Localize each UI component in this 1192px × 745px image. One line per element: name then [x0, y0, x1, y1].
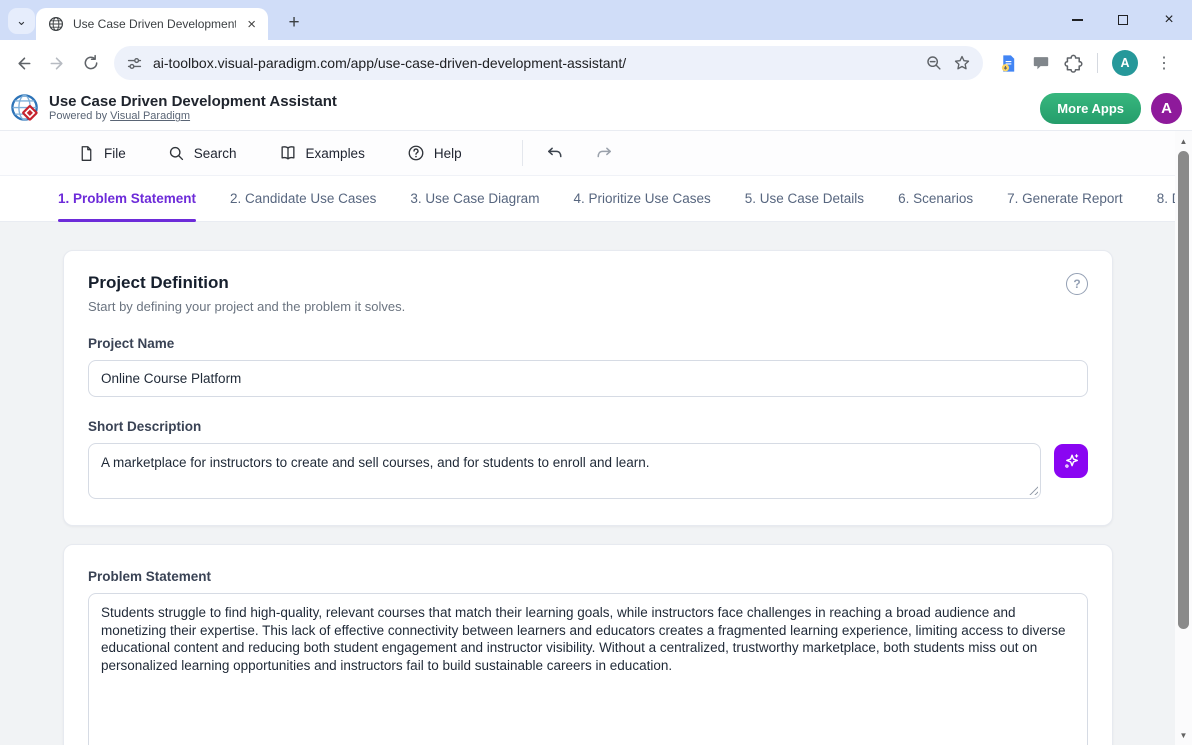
- main-area: File Search Examples Help: [0, 131, 1192, 745]
- redo-button[interactable]: [589, 137, 621, 169]
- globe-favicon-icon: [48, 16, 64, 32]
- redo-icon: [595, 144, 614, 163]
- page-content: Project Definition Start by defining you…: [0, 222, 1192, 745]
- back-button[interactable]: [6, 46, 40, 80]
- problem-statement-card: Problem Statement Students struggle to f…: [63, 544, 1113, 745]
- minimize-icon: [1072, 19, 1083, 21]
- step-label: 1. Problem Statement: [58, 191, 196, 206]
- scrollbar-up-icon[interactable]: ▲: [1175, 133, 1192, 149]
- tab-generate-report[interactable]: 7. Generate Report: [1007, 176, 1123, 221]
- step-label: 5. Use Case Details: [745, 191, 864, 206]
- tab-use-case-diagram[interactable]: 3. Use Case Diagram: [410, 176, 539, 221]
- bookmark-star-icon[interactable]: [953, 54, 971, 72]
- menu-file-label: File: [104, 146, 126, 161]
- step-label: 7. Generate Report: [1007, 191, 1123, 206]
- browser-tab-strip: ⌄ Use Case Driven Development Assistant …: [0, 0, 1192, 40]
- short-description-label: Short Description: [88, 419, 1088, 434]
- problem-statement-label: Problem Statement: [88, 569, 1088, 584]
- menu-help-label: Help: [434, 146, 462, 161]
- maximize-button[interactable]: [1100, 0, 1146, 40]
- powered-by-prefix: Powered by: [49, 110, 107, 122]
- close-icon: ×: [1164, 11, 1173, 29]
- url-text[interactable]: ai-toolbox.visual-paradigm.com/app/use-c…: [153, 55, 915, 71]
- maximize-icon: [1118, 15, 1128, 25]
- tab-search-button[interactable]: ⌄: [8, 8, 35, 34]
- forward-button[interactable]: [40, 46, 74, 80]
- visual-paradigm-logo: [10, 93, 41, 124]
- browser-window: ⌄ Use Case Driven Development Assistant …: [0, 0, 1192, 745]
- problem-statement-textarea[interactable]: Students struggle to find high-quality, …: [88, 593, 1088, 745]
- browser-tab[interactable]: Use Case Driven Development Assistant ×: [36, 8, 268, 40]
- card-title: Project Definition: [88, 273, 405, 293]
- extensions-puzzle-icon[interactable]: [1064, 54, 1083, 73]
- scrollbar-thumb[interactable]: [1178, 151, 1189, 629]
- minimize-button[interactable]: [1054, 0, 1100, 40]
- card-subtitle: Start by defining your project and the p…: [88, 299, 405, 314]
- project-definition-card: Project Definition Start by defining you…: [63, 250, 1113, 526]
- menu-search[interactable]: Search: [168, 145, 237, 162]
- browser-profile-avatar[interactable]: A: [1112, 50, 1138, 76]
- chevron-down-icon: ⌄: [16, 13, 27, 29]
- extension-area: A ⋮: [989, 50, 1182, 76]
- tab-candidate-use-cases[interactable]: 2. Candidate Use Cases: [230, 176, 376, 221]
- step-label: 3. Use Case Diagram: [410, 191, 539, 206]
- header-actions: More Apps A: [1040, 93, 1182, 124]
- project-name-input[interactable]: [88, 360, 1088, 397]
- vertical-scrollbar[interactable]: ▲ ▼: [1175, 131, 1192, 745]
- new-tab-button[interactable]: +: [280, 9, 308, 37]
- chat-extension-icon[interactable]: [1032, 54, 1050, 72]
- app-header: Use Case Driven Development Assistant Po…: [0, 86, 1192, 131]
- menu-divider: [522, 140, 523, 166]
- reload-button[interactable]: [74, 46, 108, 80]
- sparkles-icon: [1062, 452, 1081, 471]
- site-settings-tune-icon[interactable]: [126, 55, 143, 72]
- step-label: 2. Candidate Use Cases: [230, 191, 376, 206]
- menu-search-label: Search: [194, 146, 237, 161]
- step-label: 4. Prioritize Use Cases: [573, 191, 710, 206]
- project-name-label: Project Name: [88, 336, 1088, 351]
- menu-help[interactable]: Help: [407, 144, 462, 162]
- tab-problem-statement[interactable]: 1. Problem Statement: [58, 176, 196, 221]
- menu-examples[interactable]: Examples: [279, 144, 365, 162]
- browser-menu-kebab-icon[interactable]: ⋮: [1152, 53, 1176, 73]
- close-tab-icon[interactable]: ×: [245, 17, 258, 32]
- undo-button[interactable]: [539, 137, 571, 169]
- book-icon: [279, 144, 297, 162]
- browser-toolbar: ai-toolbox.visual-paradigm.com/app/use-c…: [0, 40, 1192, 86]
- step-navigation: 1. Problem Statement 2. Candidate Use Ca…: [0, 175, 1192, 222]
- tab-scenarios[interactable]: 6. Scenarios: [898, 176, 973, 221]
- url-bar[interactable]: ai-toolbox.visual-paradigm.com/app/use-c…: [114, 46, 983, 80]
- zoom-out-icon[interactable]: [925, 54, 943, 72]
- search-icon: [168, 145, 185, 162]
- undo-icon: [545, 144, 564, 163]
- file-icon: [78, 145, 95, 162]
- ai-generate-button[interactable]: [1054, 444, 1088, 478]
- window-controls: ×: [1054, 0, 1192, 40]
- help-question-icon[interactable]: ?: [1066, 273, 1088, 295]
- user-avatar[interactable]: A: [1151, 93, 1182, 124]
- docs-offline-extension-icon[interactable]: [999, 54, 1018, 73]
- menu-bar: File Search Examples Help: [0, 131, 1192, 175]
- toolbar-divider: [1097, 53, 1098, 73]
- app-title: Use Case Driven Development Assistant: [49, 93, 337, 110]
- short-description-textarea[interactable]: A marketplace for instructors to create …: [88, 443, 1041, 499]
- visual-paradigm-link[interactable]: Visual Paradigm: [110, 110, 190, 122]
- close-window-button[interactable]: ×: [1146, 0, 1192, 40]
- app-titles: Use Case Driven Development Assistant Po…: [49, 93, 337, 123]
- scrollbar-down-icon[interactable]: ▼: [1175, 727, 1192, 743]
- tab-use-case-details[interactable]: 5. Use Case Details: [745, 176, 864, 221]
- step-label: 6. Scenarios: [898, 191, 973, 206]
- menu-examples-label: Examples: [306, 146, 365, 161]
- tab-prioritize-use-cases[interactable]: 4. Prioritize Use Cases: [573, 176, 710, 221]
- help-icon: [407, 144, 425, 162]
- powered-by: Powered by Visual Paradigm: [49, 110, 337, 123]
- more-apps-button[interactable]: More Apps: [1040, 93, 1141, 124]
- menu-file[interactable]: File: [78, 145, 126, 162]
- tab-title: Use Case Driven Development Assistant: [73, 17, 236, 31]
